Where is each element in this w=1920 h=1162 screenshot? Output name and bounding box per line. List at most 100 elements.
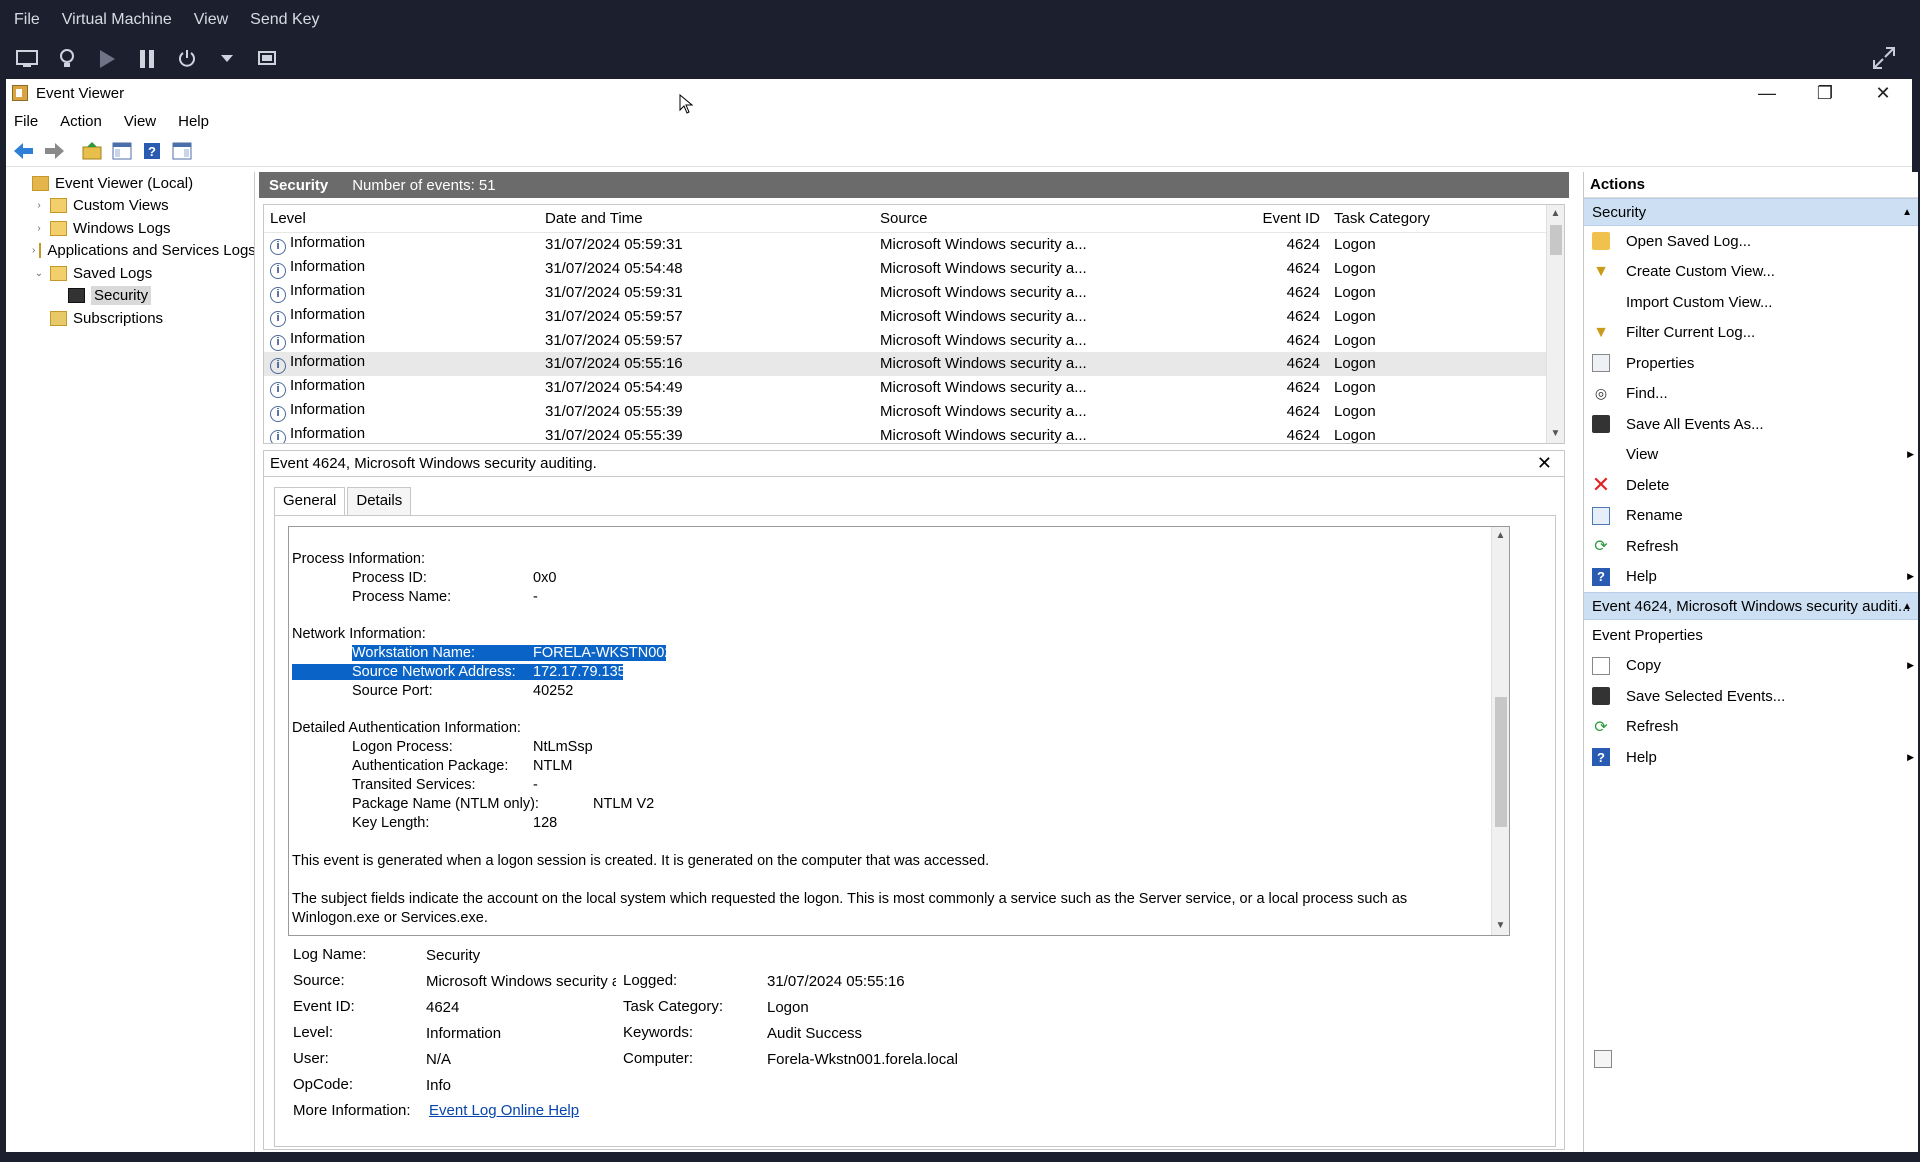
action-item[interactable]: Save All Events As... bbox=[1584, 409, 1918, 440]
column-date-time[interactable]: Date and Time bbox=[539, 210, 874, 227]
help-icon[interactable]: ? bbox=[140, 139, 164, 163]
column-source[interactable]: Source bbox=[874, 210, 1096, 227]
table-row[interactable]: i Information 31/07/2024 05:59:57 Microsoft… bbox=[264, 304, 1564, 328]
scroll-thumb[interactable] bbox=[1550, 225, 1562, 255]
power-icon[interactable] bbox=[174, 46, 200, 72]
actions-section-event[interactable]: Event 4624, Microsoft Windows security a… bbox=[1584, 592, 1918, 620]
action-item[interactable]: View ▶ bbox=[1584, 440, 1918, 471]
action-item[interactable]: Rename bbox=[1584, 501, 1918, 532]
tree-item[interactable]: › Custom Views bbox=[10, 195, 254, 218]
table-row[interactable]: i Information 31/07/2024 05:55:39 Microsoft… bbox=[264, 400, 1564, 424]
action-item[interactable]: Copy ▶ bbox=[1584, 651, 1918, 682]
actions-section-security[interactable]: Security ▲ bbox=[1584, 198, 1918, 226]
information-icon: i bbox=[270, 239, 286, 256]
menu-action[interactable]: Action bbox=[60, 113, 102, 130]
expand-arrow-icon[interactable]: › bbox=[32, 223, 46, 234]
event-description[interactable]: Process Information: Process ID: 0x0 Pro… bbox=[288, 526, 1510, 936]
tree-item[interactable]: › Windows Logs bbox=[10, 217, 254, 240]
expand-arrow-icon[interactable]: ⌄ bbox=[32, 268, 46, 279]
show-hide-action-pane-icon[interactable] bbox=[170, 139, 194, 163]
action-item-label: Find... bbox=[1626, 385, 1668, 403]
pause-icon[interactable] bbox=[134, 46, 160, 72]
restore-button[interactable]: ❐ bbox=[1796, 79, 1854, 107]
tab-general[interactable]: General bbox=[274, 487, 346, 515]
logon-process-value: NtLmSsp bbox=[533, 739, 593, 755]
scroll-up-icon[interactable]: ▲ bbox=[1547, 205, 1564, 223]
tree-item[interactable]: ⌄ Saved Logs bbox=[10, 262, 254, 285]
table-row[interactable]: i Information 31/07/2024 05:59:31 Microsoft… bbox=[264, 281, 1564, 305]
vm-menu-send-key[interactable]: Send Key bbox=[250, 11, 319, 29]
chevron-down-icon[interactable] bbox=[214, 46, 240, 72]
table-row[interactable]: i Information 31/07/2024 05:55:16 Microsoft… bbox=[264, 351, 1564, 376]
action-item[interactable]: Save Selected Events... bbox=[1584, 681, 1918, 712]
show-hide-tree-icon[interactable] bbox=[110, 139, 134, 163]
close-icon[interactable]: ✕ bbox=[1537, 453, 1552, 474]
action-item[interactable]: Properties bbox=[1584, 348, 1918, 379]
information-icon: i bbox=[270, 286, 286, 303]
forward-arrow-icon[interactable] bbox=[42, 139, 66, 163]
scroll-down-icon[interactable]: ▼ bbox=[1547, 425, 1564, 443]
scroll-up-icon[interactable]: ▲ bbox=[1492, 527, 1509, 545]
collapse-icon[interactable]: ▲ bbox=[1902, 601, 1912, 612]
minimize-button[interactable]: — bbox=[1738, 79, 1796, 107]
table-row[interactable]: i Information 31/07/2024 05:54:48 Microsoft… bbox=[264, 257, 1564, 281]
folder-icon bbox=[50, 265, 67, 281]
tab-details[interactable]: Details bbox=[347, 487, 412, 515]
tree-item[interactable]: › Applications and Services Logs bbox=[10, 240, 254, 263]
action-item[interactable]: ⟳ Refresh bbox=[1584, 531, 1918, 562]
collapse-icon[interactable]: ▲ bbox=[1902, 207, 1912, 218]
play-icon[interactable] bbox=[94, 46, 120, 72]
action-item[interactable]: ▼ Filter Current Log... bbox=[1584, 318, 1918, 349]
menu-help[interactable]: Help bbox=[178, 113, 209, 130]
vm-menubar: File Virtual Machine View Send Key bbox=[0, 0, 1920, 40]
table-row[interactable]: i Information 31/07/2024 05:59:57 Microsoft… bbox=[264, 328, 1564, 352]
screens-icon[interactable] bbox=[254, 46, 280, 72]
action-item[interactable]: ⟳ Refresh bbox=[1584, 712, 1918, 743]
column-event-id[interactable]: Event ID bbox=[1096, 210, 1328, 227]
table-row[interactable]: i Information 31/07/2024 05:54:49 Microsoft… bbox=[264, 376, 1564, 400]
fullscreen-icon[interactable] bbox=[1872, 46, 1898, 72]
folder-up-icon[interactable] bbox=[80, 139, 104, 163]
action-item[interactable]: ? Help ▶ bbox=[1584, 742, 1918, 773]
tree-item[interactable]: Subscriptions bbox=[10, 307, 254, 330]
task-category-cell: Logon bbox=[1334, 307, 1376, 325]
menu-file[interactable]: File bbox=[14, 113, 38, 130]
online-help-link[interactable]: Event Log Online Help bbox=[429, 1102, 579, 1119]
vm-menu-file[interactable]: File bbox=[14, 11, 40, 29]
tree-item[interactable]: Security bbox=[10, 285, 254, 308]
tree-item[interactable]: Event Viewer (Local) bbox=[10, 172, 254, 195]
menu-view[interactable]: View bbox=[124, 113, 156, 130]
process-id-label: Process ID: bbox=[352, 570, 427, 586]
task-category-cell: Logon bbox=[1334, 236, 1376, 254]
action-item[interactable]: ✕ Delete bbox=[1584, 470, 1918, 501]
action-item-label: Copy bbox=[1626, 657, 1662, 675]
close-button[interactable]: ✕ bbox=[1854, 79, 1912, 107]
action-item[interactable]: Event Properties bbox=[1584, 620, 1918, 1068]
vm-menu-virtual-machine[interactable]: Virtual Machine bbox=[62, 11, 172, 29]
table-row[interactable]: i Information 31/07/2024 05:55:39 Microsoft… bbox=[264, 423, 1564, 443]
back-arrow-icon[interactable] bbox=[12, 139, 36, 163]
scroll-thumb[interactable] bbox=[1495, 697, 1507, 827]
action-item[interactable]: ? Help ▶ bbox=[1584, 562, 1918, 593]
vm-menu-view[interactable]: View bbox=[194, 11, 228, 29]
action-item-label: Filter Current Log... bbox=[1626, 324, 1756, 342]
column-task-category[interactable]: Task Category bbox=[1328, 210, 1528, 227]
expand-arrow-icon[interactable]: › bbox=[32, 200, 46, 211]
lightbulb-icon[interactable] bbox=[54, 46, 80, 72]
information-icon: i bbox=[270, 263, 286, 280]
level-label: Level: bbox=[293, 1024, 334, 1041]
column-level[interactable]: Level bbox=[264, 210, 539, 227]
monitor-icon[interactable] bbox=[14, 46, 40, 72]
description-scrollbar[interactable]: ▲ ▼ bbox=[1491, 527, 1509, 935]
action-item[interactable]: Import Custom View... bbox=[1584, 287, 1918, 318]
expand-arrow-icon[interactable]: › bbox=[32, 245, 35, 256]
level-text: Information bbox=[290, 234, 366, 252]
action-item[interactable]: ▼ Create Custom View... bbox=[1584, 257, 1918, 288]
event-id-cell: 4624 bbox=[1286, 402, 1320, 420]
table-row[interactable]: i Information 31/07/2024 05:59:31 Microsoft… bbox=[264, 233, 1564, 257]
events-scrollbar[interactable]: ▲ ▼ bbox=[1546, 205, 1564, 443]
scroll-down-icon[interactable]: ▼ bbox=[1492, 917, 1509, 935]
action-item[interactable]: ◎ Find... bbox=[1584, 379, 1918, 410]
action-item-label: Rename bbox=[1626, 507, 1683, 525]
action-item[interactable]: Open Saved Log... bbox=[1584, 226, 1918, 257]
